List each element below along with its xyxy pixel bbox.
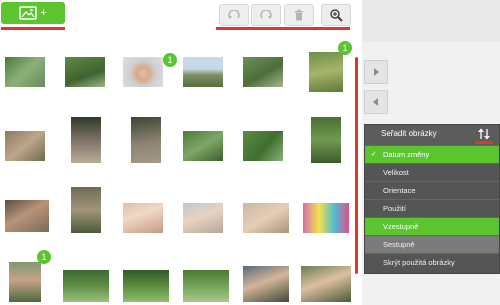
chevron-left-icon bbox=[373, 98, 378, 106]
add-photos-plus: + bbox=[40, 7, 47, 19]
photo-thumbnail[interactable] bbox=[243, 266, 289, 302]
photo-gallery: + 1 1 1 bbox=[0, 0, 362, 305]
photo-thumbnail[interactable] bbox=[243, 131, 283, 161]
toolbar: + bbox=[0, 0, 362, 30]
trash-icon bbox=[295, 9, 303, 21]
sort-icon-highlight bbox=[475, 141, 493, 144]
photo-thumbnail[interactable] bbox=[243, 57, 283, 87]
photo-thumbnail[interactable] bbox=[71, 117, 101, 163]
tools-highlight bbox=[216, 27, 350, 30]
photo-thumbnail[interactable] bbox=[123, 57, 163, 87]
sort-menu-header: Seřadit obrázky bbox=[365, 125, 499, 145]
photo-thumbnail[interactable] bbox=[63, 270, 109, 302]
photo-thumbnail[interactable] bbox=[301, 266, 351, 302]
photo-thumbnail[interactable] bbox=[183, 270, 229, 302]
sort-option-ascending[interactable]: Vzestupně bbox=[365, 217, 499, 235]
photo-thumbnail[interactable] bbox=[311, 117, 341, 163]
zoom-button[interactable] bbox=[321, 4, 351, 26]
next-page-button[interactable] bbox=[364, 60, 388, 84]
page-preview-strip bbox=[362, 0, 500, 42]
chevron-right-icon bbox=[374, 68, 379, 76]
sort-menu: Seřadit obrázky ✓ Datum změny Velikost Or… bbox=[364, 124, 500, 274]
sort-menu-title: Seřadit obrázky bbox=[381, 129, 437, 138]
redo-button[interactable] bbox=[251, 4, 281, 26]
photo-thumbnail[interactable] bbox=[71, 187, 101, 233]
usage-badge: 1 bbox=[163, 53, 177, 67]
photo-thumbnail[interactable] bbox=[5, 200, 49, 232]
prev-page-button[interactable] bbox=[364, 90, 388, 114]
photo-thumbnail[interactable] bbox=[5, 57, 45, 87]
photo-thumbnail[interactable] bbox=[123, 270, 169, 302]
sort-option-date[interactable]: ✓ Datum změny bbox=[365, 145, 499, 163]
undo-button[interactable] bbox=[219, 4, 249, 26]
check-icon: ✓ bbox=[371, 151, 377, 158]
sort-icon[interactable] bbox=[477, 128, 493, 142]
photo-thumbnail[interactable] bbox=[123, 203, 163, 233]
redo-icon bbox=[260, 10, 272, 19]
add-photos-button[interactable]: + bbox=[1, 2, 65, 24]
photo-thumbnail[interactable] bbox=[65, 57, 105, 87]
undo-icon bbox=[228, 10, 240, 19]
photo-thumbnail[interactable] bbox=[183, 57, 223, 87]
hide-used-images-option[interactable]: Skrýt použitá obrázky bbox=[365, 253, 499, 271]
sort-option-size[interactable]: Velikost bbox=[365, 163, 499, 181]
photo-thumbnail[interactable] bbox=[9, 262, 41, 302]
photo-thumbnail[interactable] bbox=[183, 203, 223, 233]
photo-thumbnail[interactable] bbox=[131, 117, 161, 163]
add-button-highlight bbox=[1, 27, 65, 30]
usage-badge: 1 bbox=[37, 250, 51, 264]
photo-thumbnail[interactable] bbox=[243, 203, 289, 233]
sort-option-usage[interactable]: Použití bbox=[365, 199, 499, 217]
photo-thumbnail[interactable] bbox=[303, 203, 349, 233]
sort-option-descending[interactable]: Sestupně bbox=[365, 235, 499, 253]
scrollbar[interactable] bbox=[355, 57, 358, 274]
zoom-in-icon bbox=[330, 9, 343, 22]
image-icon bbox=[19, 6, 38, 20]
usage-badge: 1 bbox=[338, 41, 352, 55]
photo-thumbnail[interactable] bbox=[183, 131, 223, 161]
photo-thumbnail[interactable] bbox=[309, 52, 343, 92]
sort-option-orientation[interactable]: Orientace bbox=[365, 181, 499, 199]
delete-button[interactable] bbox=[284, 4, 314, 26]
photo-thumbnail[interactable] bbox=[5, 131, 45, 161]
